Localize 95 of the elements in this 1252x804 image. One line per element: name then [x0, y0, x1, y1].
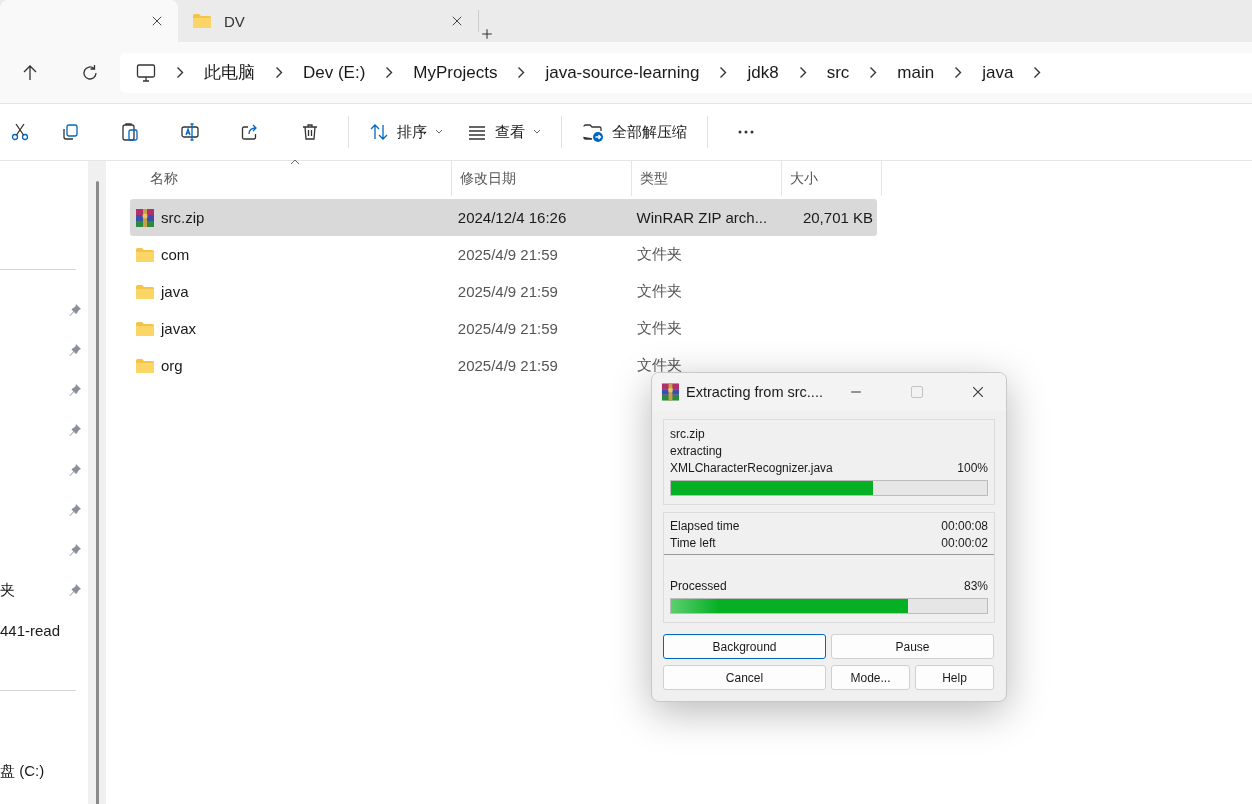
chevron-icon [176, 66, 184, 79]
refresh-icon[interactable] [80, 62, 100, 83]
breadcrumb-item[interactable]: java [982, 62, 1014, 83]
cut-icon[interactable] [10, 122, 30, 142]
column-header[interactable]: 大小 [790, 169, 818, 188]
file-name: com [161, 246, 190, 263]
chevron-icon [798, 66, 807, 79]
dialog-button[interactable]: Cancel [663, 665, 826, 690]
folder-icon [135, 246, 155, 263]
sort-icon[interactable] [369, 122, 389, 142]
archive-icon [135, 207, 155, 228]
close-icon[interactable] [450, 14, 464, 28]
dialog-title: Extracting from src.... [685, 384, 823, 400]
pin-icon[interactable] [68, 583, 82, 597]
breadcrumb-item[interactable]: jdk8 [747, 62, 779, 83]
file-type: 文件夹 [636, 282, 682, 301]
chevron-icon [954, 66, 963, 79]
pin-icon[interactable] [68, 383, 82, 397]
pin-icon[interactable] [68, 423, 82, 437]
breadcrumb-item[interactable]: java-source-learning [545, 62, 700, 83]
file-type: WinRAR ZIP arch... [636, 209, 768, 226]
dialog-button[interactable]: Background [663, 634, 826, 659]
processed-label: Processed [670, 578, 727, 593]
processed-percent: 83% [963, 578, 988, 593]
column-header[interactable]: 名称 [150, 169, 178, 188]
address-bar[interactable]: 此电脑 Dev (E:) MyProjects java-source-learning jdk8 src main java [120, 52, 1252, 93]
breadcrumb-item[interactable]: main [897, 62, 935, 83]
copy-icon[interactable] [60, 122, 80, 142]
view-button[interactable]: 查看 [455, 122, 553, 142]
file-row[interactable]: com 2025/4/9 21:59 文件夹 [130, 236, 877, 273]
archive-icon [661, 382, 680, 402]
folder-icon [135, 320, 155, 337]
computer-icon [136, 62, 156, 83]
dialog-button[interactable]: Help [915, 665, 994, 690]
sidebar-item[interactable]: 441-read [0, 621, 61, 639]
pin-icon[interactable] [68, 503, 82, 517]
file-row[interactable]: javax 2025/4/9 21:59 文件夹 [130, 310, 877, 347]
modified-date: 2024/12/4 16:26 [457, 209, 567, 226]
modified-date: 2025/4/9 21:59 [457, 246, 558, 263]
sort-button[interactable]: 排序 [357, 122, 455, 142]
pin-icon[interactable] [68, 543, 82, 557]
file-type: 文件夹 [636, 319, 682, 338]
file-percent: 100% [957, 460, 988, 475]
file-size: 20,701 KB [802, 209, 873, 226]
close-icon[interactable] [150, 14, 164, 28]
modified-date: 2025/4/9 21:59 [457, 283, 558, 300]
chevron-icon [517, 66, 526, 79]
trash-icon[interactable] [300, 122, 320, 142]
rename-icon[interactable] [180, 122, 200, 142]
breadcrumb-item[interactable]: MyProjects [413, 62, 498, 83]
folder-icon [192, 13, 212, 29]
folder-icon [135, 283, 155, 300]
scrollbar-thumb[interactable] [95, 181, 99, 804]
dialog-button[interactable]: Mode... [831, 665, 910, 690]
dialog-button[interactable]: Pause [831, 634, 994, 659]
breadcrumb-item[interactable]: 此电脑 [204, 61, 255, 84]
breadcrumb-item[interactable]: Dev (E:) [303, 62, 366, 83]
modified-date: 2025/4/9 21:59 [457, 320, 558, 337]
column-header[interactable]: 修改日期 [460, 169, 516, 188]
sidebar-item[interactable]: 夹 [0, 580, 15, 600]
current-file: XMLCharacterRecognizer.java [670, 460, 833, 475]
file-type: 文件夹 [636, 356, 682, 375]
sidebar-item[interactable]: 盘 (C:) [0, 761, 45, 781]
chevron-icon [719, 66, 728, 79]
breadcrumb-item[interactable]: src [826, 62, 850, 83]
pin-icon[interactable] [68, 343, 82, 357]
file-name: java [161, 283, 189, 300]
pin-icon[interactable] [68, 463, 82, 477]
modified-date: 2025/4/9 21:59 [457, 357, 558, 374]
extract-all-button[interactable]: 全部解压缩 [570, 122, 699, 142]
file-type: 文件夹 [636, 245, 682, 264]
add-tab-icon[interactable] [479, 26, 495, 42]
chevron-icon [275, 66, 283, 79]
pin-icon[interactable] [68, 303, 82, 317]
caret-icon [435, 129, 443, 135]
file-row[interactable]: src.zip 2024/12/4 16:26 WinRAR ZIP arch... 20,701 KB [130, 199, 877, 236]
file-row[interactable]: java 2025/4/9 21:59 文件夹 [130, 273, 877, 310]
time-left-label: Time left [670, 535, 716, 550]
folder-extract-icon [582, 122, 604, 142]
file-row[interactable]: org 2025/4/9 21:59 文件夹 [130, 347, 877, 384]
file-name: javax [161, 320, 197, 337]
column-header[interactable]: 类型 [640, 169, 668, 188]
elapsed-time: 00:00:08 [941, 518, 988, 533]
chevron-icon [869, 66, 878, 79]
caret-icon [533, 129, 541, 135]
archive-name: src.zip [670, 426, 705, 441]
chevron-icon [1033, 66, 1042, 79]
status-text: extracting [670, 443, 723, 458]
file-name: src.zip [161, 209, 205, 226]
paste-icon[interactable] [120, 122, 140, 142]
chevron-icon [385, 66, 394, 79]
file-name: org [161, 357, 183, 374]
elapsed-label: Elapsed time [670, 518, 740, 533]
time-left: 00:00:02 [941, 535, 988, 550]
folder-icon [135, 357, 155, 374]
